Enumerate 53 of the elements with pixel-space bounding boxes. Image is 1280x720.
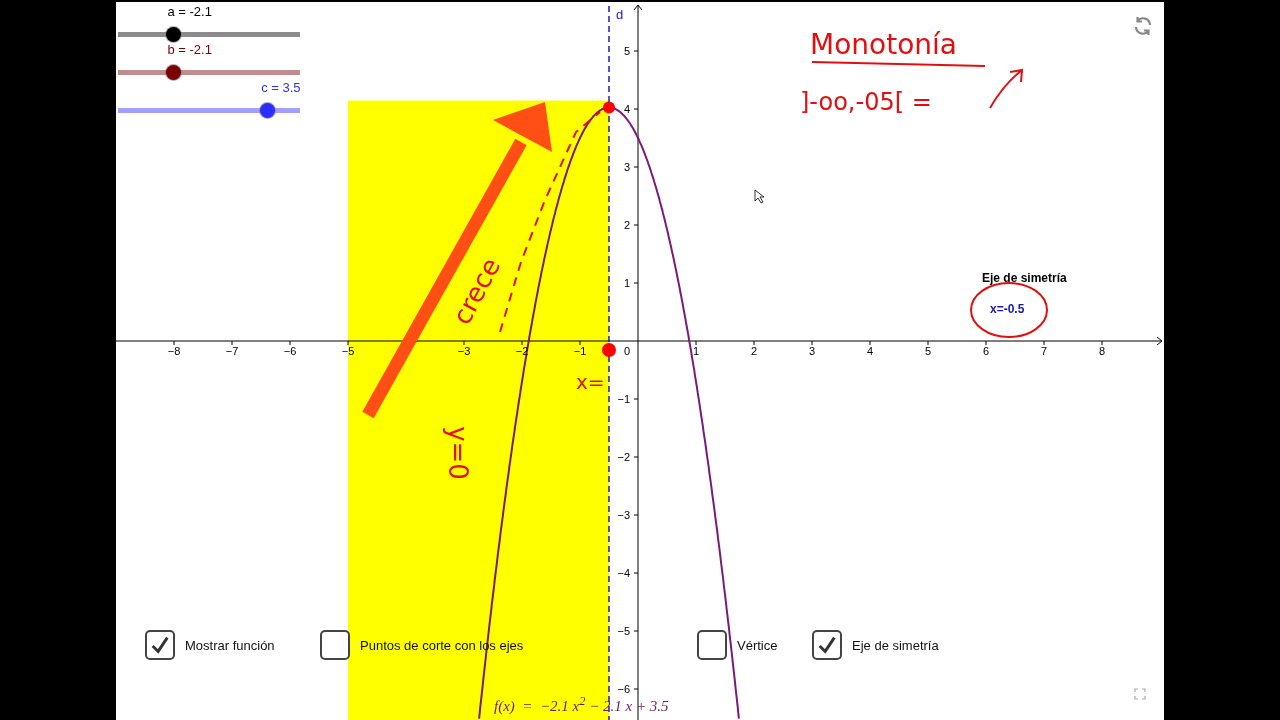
axis-tick-label: −5 [341,345,355,357]
equation-label: x=-0.5 [990,302,1025,316]
axis-tick-label: 7 [1040,345,1048,357]
axis-tick-label: −6 [617,683,630,695]
axis-tick-label: −5 [617,625,630,637]
checkbox[interactable] [320,630,350,660]
axis-tick-label: 4 [866,345,874,357]
axis-tick-label: 1 [692,345,700,357]
slider-thumb[interactable] [166,27,182,42]
cursor-icon [754,189,765,204]
checkbox-label: Vértice [737,637,778,653]
axis-tick-label: 5 [924,345,932,357]
axis-point [602,343,616,357]
checkbox-label: Mostrar función [185,637,275,653]
handwritten-text: y=0 [442,426,473,480]
slider-label: b = -2.1 [167,42,212,57]
handwritten-text: x= [576,370,605,394]
axis-tick-label: 3 [623,161,630,173]
text-label: Eje de simetría [982,271,1067,285]
axis-tick-label: −8 [167,345,181,357]
checkbox[interactable] [697,630,727,660]
checkbox[interactable] [812,630,842,660]
origin-label: 0 [623,345,630,357]
axis-tick-label: 1 [623,277,630,289]
axis-tick-label: 4 [623,103,630,115]
checkmark-icon [816,634,838,656]
axis-tick-label: −6 [283,345,297,357]
axis-tick-label: −4 [617,567,630,579]
handwritten-text: Monotonía [810,28,957,61]
axis-tick-label: 8 [1098,345,1106,357]
vertex-point [603,101,615,114]
axis-tick-label: 6 [982,345,990,357]
checkbox[interactable] [145,630,175,660]
axis-tick-label: −3 [617,509,630,521]
slider-thumb[interactable] [166,65,182,80]
axis-tick-label: −1 [573,345,587,357]
pen-arrow-drawing [989,69,1023,109]
slider-thumb[interactable] [259,103,275,118]
axis-tick-label: 5 [623,45,630,57]
checkbox-label: Eje de simetría [852,637,939,653]
axis-tick-label: 2 [750,345,758,357]
slider-label: c = 3.5 [261,80,301,95]
handwritten-text: ]-oo,-05[ = [800,88,932,116]
axis-tick-label: −3 [457,345,471,357]
axis-tick-label: 2 [623,219,630,231]
checkmark-icon [149,634,171,656]
axis-tick-label: −7 [225,345,239,357]
slider-label: a = -2.1 [167,4,212,19]
axis-tick-label: 3 [808,345,816,357]
axis-tick-label: −2 [617,451,630,463]
handwritten-text: crece [446,252,507,330]
axis-tick-label: −1 [617,393,630,405]
line-label: d [616,7,624,22]
